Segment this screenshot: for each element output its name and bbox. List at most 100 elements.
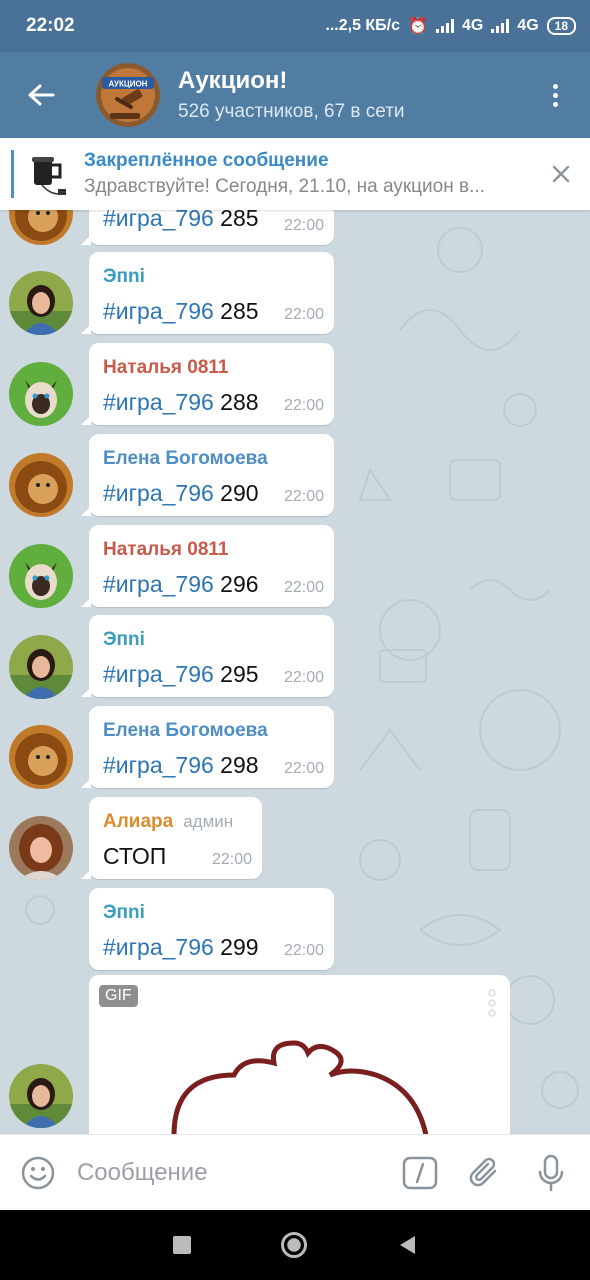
avatar-epni[interactable] (9, 271, 73, 335)
svg-text:АУКЦИОН: АУКЦИОН (109, 80, 148, 89)
composer (0, 1134, 590, 1210)
pinned-message[interactable]: Закреплённое сообщение Здравствуйте! Сег… (0, 138, 590, 210)
message-bubble[interactable]: Елена Богомоева #игра_796 298 22:00 (81, 706, 334, 788)
gavel-logo: АУКЦИОН (96, 63, 160, 127)
home-button[interactable] (281, 1232, 307, 1258)
message-list[interactable]: #игра_796 285 22:00 Эпni #игра_796 285 2… (0, 210, 590, 1134)
message-text: #игра_796 299 (103, 934, 259, 960)
sender-name[interactable]: Елена Богомоева (103, 448, 268, 470)
gif-animation (171, 1040, 429, 1134)
network-type-1: 4G (461, 17, 484, 34)
message-text: #игра_796 285 (103, 210, 259, 232)
message-time: 22:00 (283, 760, 324, 777)
hashtag-link[interactable]: #игра_796 (103, 298, 214, 324)
group-avatar[interactable]: АУКЦИОН (96, 63, 160, 127)
message-bubble[interactable]: Эпni #игра_796 299 22:00 (89, 888, 334, 970)
attach-button[interactable] (453, 1135, 519, 1211)
status-time: 22:02 (26, 15, 75, 36)
message-text: #игра_796 295 (103, 661, 259, 687)
hashtag-link[interactable]: #игра_796 (103, 571, 214, 597)
avatar-epni[interactable] (9, 635, 73, 699)
cat-avatar (9, 362, 73, 426)
more-menu-button[interactable] (520, 52, 590, 138)
signal-icon-2 (491, 19, 510, 33)
message-time: 22:00 (211, 851, 252, 868)
message-bubble[interactable]: Эпni #игра_796 285 22:00 (81, 252, 334, 334)
message-time: 22:00 (283, 488, 324, 505)
network-type-2: 4G (517, 17, 539, 34)
lion-avatar (9, 453, 73, 517)
bot-commands-button[interactable] (387, 1135, 453, 1211)
close-icon (552, 165, 570, 183)
sender-name[interactable]: Наталья 0811 (103, 539, 229, 561)
message-time: 22:00 (283, 397, 324, 414)
sender-name[interactable]: Наталья 0811 (103, 357, 229, 379)
hashtag-link[interactable]: #игра_796 (103, 389, 214, 415)
message-text: #игра_796 285 (103, 298, 259, 324)
sender-name[interactable]: Эпni (103, 629, 145, 651)
message-input[interactable] (76, 1158, 387, 1187)
paperclip-icon (470, 1157, 497, 1186)
alarm-icon: ⏰ (408, 18, 428, 35)
avatar-aliara[interactable] (9, 816, 73, 880)
message-text: #игра_796 290 (103, 480, 259, 506)
smiley-icon (22, 1156, 55, 1189)
message-bubble[interactable]: Алиара админ СТОП 22:00 (81, 797, 262, 879)
pinned-text: Закреплённое сообщение Здравствуйте! Сег… (84, 150, 524, 198)
message-text: #игра_796 298 (103, 752, 259, 778)
pin-accent-bar (11, 150, 14, 198)
voice-button[interactable] (518, 1135, 584, 1211)
avatar-epni[interactable] (9, 1064, 73, 1128)
system-nav-bar (0, 1210, 590, 1280)
bubble-tail (81, 415, 91, 425)
message-time: 22:00 (283, 942, 324, 959)
woman-avatar (9, 271, 73, 335)
bubble-tail (81, 506, 91, 516)
back-button[interactable] (0, 52, 82, 138)
hashtag-link[interactable]: #игра_796 (103, 661, 214, 687)
sender-name[interactable]: Эпni (103, 266, 145, 288)
emoji-button[interactable] (0, 1135, 77, 1211)
admin-badge: админ (183, 812, 234, 831)
avatar-elena[interactable] (9, 725, 73, 789)
header-text[interactable]: Аукцион! 526 участников, 67 в сети (178, 67, 405, 123)
hashtag-link[interactable]: #игра_796 (103, 480, 214, 506)
message-text: #игра_796 288 (103, 389, 259, 415)
message-bubble[interactable]: Елена Богомоева #игра_796 290 22:00 (81, 434, 334, 516)
chat-header: АУКЦИОН Аукцион! 526 участников, 67 в се… (0, 52, 590, 138)
woman-avatar (9, 1064, 73, 1128)
lion-avatar (9, 725, 73, 789)
sender-name[interactable]: Алиара админ (103, 811, 233, 833)
message-time: 22:00 (283, 579, 324, 596)
avatar-natalia[interactable] (9, 544, 73, 608)
hashtag-link[interactable]: #игра_796 (103, 934, 214, 960)
bubble-tail (81, 235, 91, 245)
message-bubble[interactable]: Наталья 0811 #игра_796 296 22:00 (81, 525, 334, 607)
dot-icon (552, 83, 558, 89)
message-bubble[interactable]: Эпni #игра_796 295 22:00 (81, 615, 334, 697)
sender-name[interactable]: Эпni (103, 902, 145, 924)
bubble-tail (81, 778, 91, 788)
bubble-tail (81, 687, 91, 697)
dot-icon (552, 101, 558, 107)
hashtag-link[interactable]: #игра_796 (103, 210, 214, 231)
signal-icon (435, 19, 454, 33)
recents-button[interactable] (173, 1236, 191, 1254)
gif-message[interactable]: GIF (89, 975, 510, 1134)
dot-icon (552, 92, 558, 98)
net-speed: ...2,5 КБ/с (325, 17, 401, 34)
slash-command-icon (402, 1156, 438, 1189)
message-text: #игра_796 296 (103, 571, 259, 597)
sender-name[interactable]: Елена Богомоева (103, 720, 268, 742)
back-nav-button[interactable] (397, 1234, 417, 1256)
microphone-icon (538, 1154, 564, 1191)
pinned-title: Закреплённое сообщение (84, 150, 329, 171)
avatar-natalia[interactable] (9, 362, 73, 426)
avatar-elena[interactable] (9, 453, 73, 517)
message-bubble[interactable]: Наталья 0811 #игра_796 288 22:00 (81, 343, 334, 425)
message-bubble[interactable]: #игра_796 285 22:00 (81, 210, 334, 245)
message-time: 22:00 (283, 217, 324, 234)
hashtag-link[interactable]: #игра_796 (103, 752, 214, 778)
chat-subtitle: 526 участников, 67 в сети (178, 101, 405, 122)
close-pinned-button[interactable] (532, 138, 590, 210)
